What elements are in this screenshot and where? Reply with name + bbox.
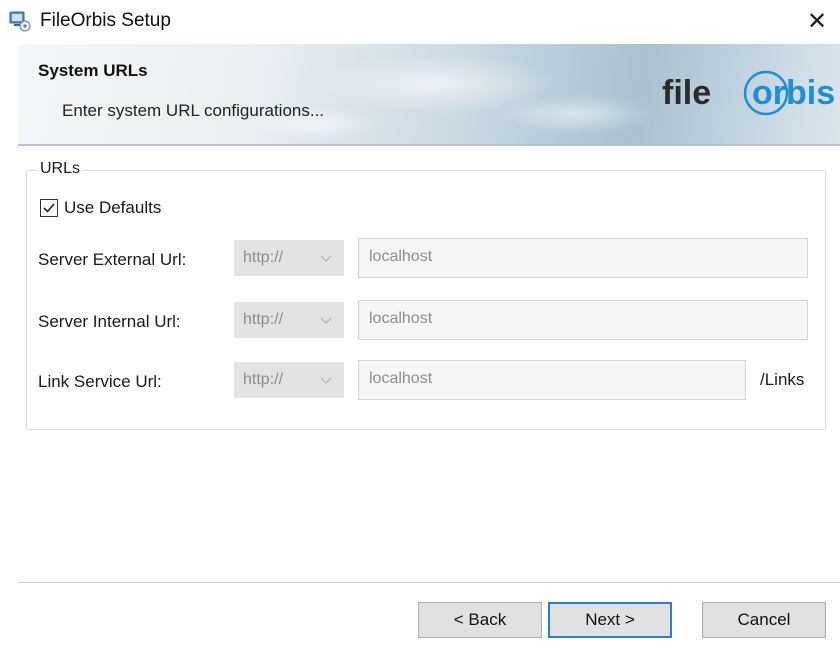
close-button[interactable]: ✕ [794,0,840,44]
close-icon: ✕ [806,8,828,35]
link-service-protocol-select[interactable]: http:// [234,362,344,398]
checkbox-box[interactable] [40,199,58,217]
next-button[interactable]: Next > [548,602,672,638]
page-subtitle: Enter system URL configurations... [62,101,325,120]
server-internal-protocol-select[interactable]: http:// [234,302,344,338]
footer-divider [18,582,840,583]
chevron-down-icon [320,255,332,262]
url-value: localhost [369,310,433,327]
link-service-url-input[interactable]: localhost [358,360,746,400]
link-service-suffix: /Links [760,370,805,389]
cancel-button[interactable]: Cancel [702,602,826,638]
server-internal-url-input[interactable]: localhost [358,300,808,340]
fileorbis-logo: file orbis [662,70,835,116]
checkmark-icon [43,203,55,213]
chevron-down-icon [320,377,332,384]
server-external-url-input[interactable]: localhost [358,238,808,278]
header-divider [18,144,840,146]
server-external-url-label: Server External Url: [38,250,187,269]
protocol-value: http:// [243,371,284,388]
use-defaults-label: Use Defaults [64,198,162,217]
server-external-protocol-select[interactable]: http:// [234,240,344,276]
urls-group-label: URLs [38,160,83,178]
protocol-value: http:// [243,311,284,328]
svg-text:file: file [662,74,711,112]
server-internal-url-label: Server Internal Url: [38,312,181,331]
window-title: FileOrbis Setup [40,10,171,31]
title-bar: FileOrbis Setup ✕ [0,0,840,44]
chevron-down-icon [320,317,332,324]
url-value: localhost [369,370,433,387]
use-defaults-checkbox[interactable]: Use Defaults [40,196,161,220]
protocol-value: http:// [243,249,284,266]
setup-app-icon [9,10,31,32]
page-title: System URLs [38,61,148,80]
link-service-url-label: Link Service Url: [38,372,162,391]
header-banner: System URLs Enter system URL configurati… [18,44,840,144]
url-value: localhost [369,248,433,265]
back-button[interactable]: < Back [418,602,542,638]
svg-text:orbis: orbis [752,74,835,112]
